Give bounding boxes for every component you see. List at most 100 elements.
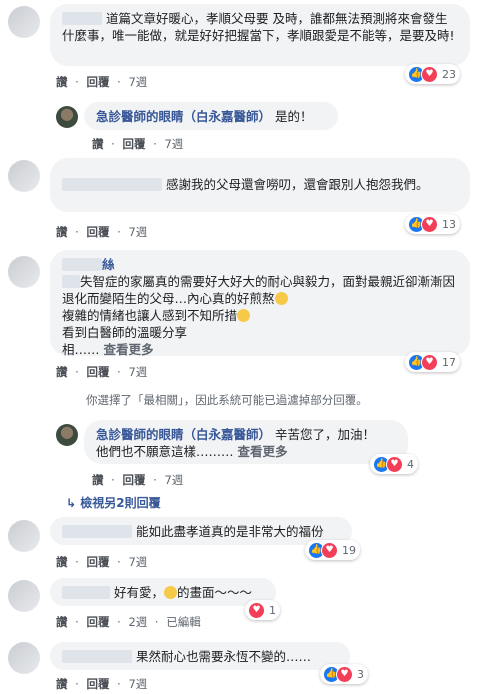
love-icon: ♥ [248, 601, 265, 619]
filter-notice: 你選擇了「最相關」，因此系統可能已過濾掉部分回覆。 [86, 393, 368, 407]
comment-text: 好有愛， [113, 585, 164, 600]
reply-actions: 讚 · 回覆 · 7週 [92, 473, 184, 487]
love-icon: ♥ [421, 353, 438, 371]
timestamp[interactable]: 7週 [164, 473, 183, 487]
avatar[interactable] [56, 424, 78, 446]
comment-line-4: 相…… [62, 342, 100, 357]
comment-text: 果然耐心也需要永恆不變的…… [135, 649, 311, 664]
timestamp[interactable]: 7週 [128, 365, 147, 379]
blurred-name [62, 650, 132, 663]
avatar[interactable] [56, 106, 78, 128]
reply-link[interactable]: 回覆 [86, 225, 109, 239]
comment-actions: 讚 · 回覆 · 7週 [56, 555, 148, 569]
love-icon: ♥ [321, 541, 338, 559]
comment-actions: 讚 · 回覆 · 7週 [56, 365, 148, 379]
comment-actions: 讚 · 回覆 · 2週 · 已編輯 [56, 615, 201, 629]
reply-text-line-2: 他們也不願意這樣… [96, 444, 209, 459]
comment-line-3: 看到白醫師的溫暖分享 [62, 325, 188, 340]
like-link[interactable]: 讚 [56, 677, 68, 691]
comment-actions: 讚 · 回覆 · 7週 [56, 225, 148, 239]
love-icon: ♥ [336, 665, 353, 683]
author-name[interactable]: 急診醫師的眼睛（白永嘉醫師） [96, 109, 271, 124]
blurred-name [62, 258, 102, 271]
reaction-count: 19 [342, 543, 356, 557]
reaction-count: 1 [269, 603, 276, 617]
like-link[interactable]: 讚 [56, 75, 68, 89]
see-more-link[interactable]: 查看更多 [238, 444, 288, 459]
like-link[interactable]: 讚 [92, 137, 104, 151]
reaction-summary[interactable]: 👍 ♥ 19 [305, 540, 360, 560]
avatar[interactable] [8, 520, 40, 552]
love-icon: ♥ [421, 65, 438, 83]
comment-text-end: 的畫面～～～ [177, 585, 253, 600]
see-more-link[interactable]: 查看更多 [104, 342, 154, 357]
reply-text: 辛苦您了，加油！ [275, 427, 376, 442]
comment-actions: 讚 · 回覆 · 7週 [56, 75, 148, 89]
comment-line-1: 失智症的家屬真的需要好大好大的耐心與毅力，面對最親近卻漸漸因退化而變陌生的父母…… [62, 274, 456, 306]
reaction-count: 4 [407, 457, 414, 471]
view-more-replies-link[interactable]: ↳ 檢視另2則回覆 [66, 494, 161, 511]
reply-link[interactable]: 回覆 [86, 615, 109, 629]
reaction-summary[interactable]: 👍 ♥ 4 [370, 454, 418, 474]
reaction-count: 13 [442, 217, 456, 231]
reaction-summary[interactable]: ♥ 1 [245, 600, 280, 620]
avatar[interactable] [8, 6, 40, 38]
blurred-name [62, 178, 162, 191]
author-name[interactable]: 急診醫師的眼睛（白永嘉醫師） [96, 427, 271, 442]
timestamp[interactable]: 7週 [128, 677, 147, 691]
comment-bubble: 感謝我的父母還會嘮叨，還會跟別人抱怨我們。 [50, 158, 470, 212]
reply-bubble: 急診醫師的眼睛（白永嘉醫師） 辛苦您了，加油！ 他們也不願意這樣……… 查看更多 [84, 420, 408, 464]
avatar[interactable] [8, 642, 40, 674]
love-icon: ♥ [421, 215, 438, 233]
blurred-avatar-overlap [62, 275, 80, 288]
like-link[interactable]: 讚 [56, 555, 68, 569]
comment-text: 道篇文章好暖心，孝順父母要 及時，誰都無法預測將來會發生什麼事，唯一能做，就是好… [62, 11, 455, 43]
comment-bubble: 絲 失智症的家屬真的需要好大好大的耐心與毅力，面對最親近卻漸漸因退化而變陌生的父… [50, 250, 470, 357]
timestamp[interactable]: 7週 [128, 225, 147, 239]
love-icon: ♥ [386, 455, 403, 473]
blurred-name [62, 525, 132, 538]
timestamp[interactable]: 7週 [128, 75, 147, 89]
comment-bubble: 好有愛， 的畫面～～～ [50, 578, 276, 606]
author-name[interactable]: 絲 [102, 257, 115, 272]
blurred-name [62, 586, 110, 599]
reply-link[interactable]: 回覆 [86, 365, 109, 379]
timestamp[interactable]: 7週 [164, 137, 183, 151]
avatar[interactable] [8, 256, 40, 288]
reaction-count: 17 [442, 355, 456, 369]
sad-face-icon [274, 292, 288, 305]
reply-text: 是的！ [275, 109, 313, 124]
reaction-count: 3 [357, 667, 364, 681]
reply-link[interactable]: 回覆 [122, 473, 145, 487]
comment-bubble: 道篇文章好暖心，孝順父母要 及時，誰都無法預測將來會發生什麼事，唯一能做，就是好… [50, 4, 470, 66]
sad-face-icon [237, 309, 251, 322]
timestamp[interactable]: 2週 [128, 615, 147, 629]
reaction-summary[interactable]: 👍 ♥ 23 [405, 64, 460, 84]
comment-line-2: 複雜的情緒也讓人感到不知所措 [62, 308, 238, 323]
avatar[interactable] [8, 580, 40, 612]
like-link[interactable]: 讚 [56, 225, 68, 239]
reply-link[interactable]: 回覆 [86, 677, 109, 691]
reaction-count: 23 [442, 67, 456, 81]
comment-actions: 讚 · 回覆 · 7週 [56, 677, 148, 691]
reaction-summary[interactable]: 👍 ♥ 17 [405, 352, 460, 372]
reply-arrow-icon: ↳ [66, 496, 77, 510]
like-link[interactable]: 讚 [92, 473, 104, 487]
comment-bubble: 能如此盡孝道真的是非常大的福份 [50, 517, 352, 545]
edited-label[interactable]: 已編輯 [166, 615, 201, 629]
reply-link[interactable]: 回覆 [86, 75, 109, 89]
comment-bubble: 果然耐心也需要永恆不變的…… [50, 642, 350, 670]
comment-text: 能如此盡孝道真的是非常大的福份 [135, 524, 324, 539]
reaction-summary[interactable]: 👍 ♥ 13 [405, 214, 460, 234]
like-link[interactable]: 讚 [56, 365, 68, 379]
reply-bubble: 急診醫師的眼睛（白永嘉醫師） 是的！ [84, 102, 338, 130]
reaction-summary[interactable]: 👍 ♥ 3 [320, 664, 368, 684]
heart-eyes-cat-icon [164, 586, 177, 599]
like-link[interactable]: 讚 [56, 615, 68, 629]
blurred-name [62, 12, 102, 25]
reply-link[interactable]: 回覆 [122, 137, 145, 151]
reply-link[interactable]: 回覆 [86, 555, 109, 569]
comment-text: 感謝我的父母還會嘮叨，還會跟別人抱怨我們。 [165, 177, 429, 192]
avatar[interactable] [8, 160, 40, 192]
timestamp[interactable]: 7週 [128, 555, 147, 569]
